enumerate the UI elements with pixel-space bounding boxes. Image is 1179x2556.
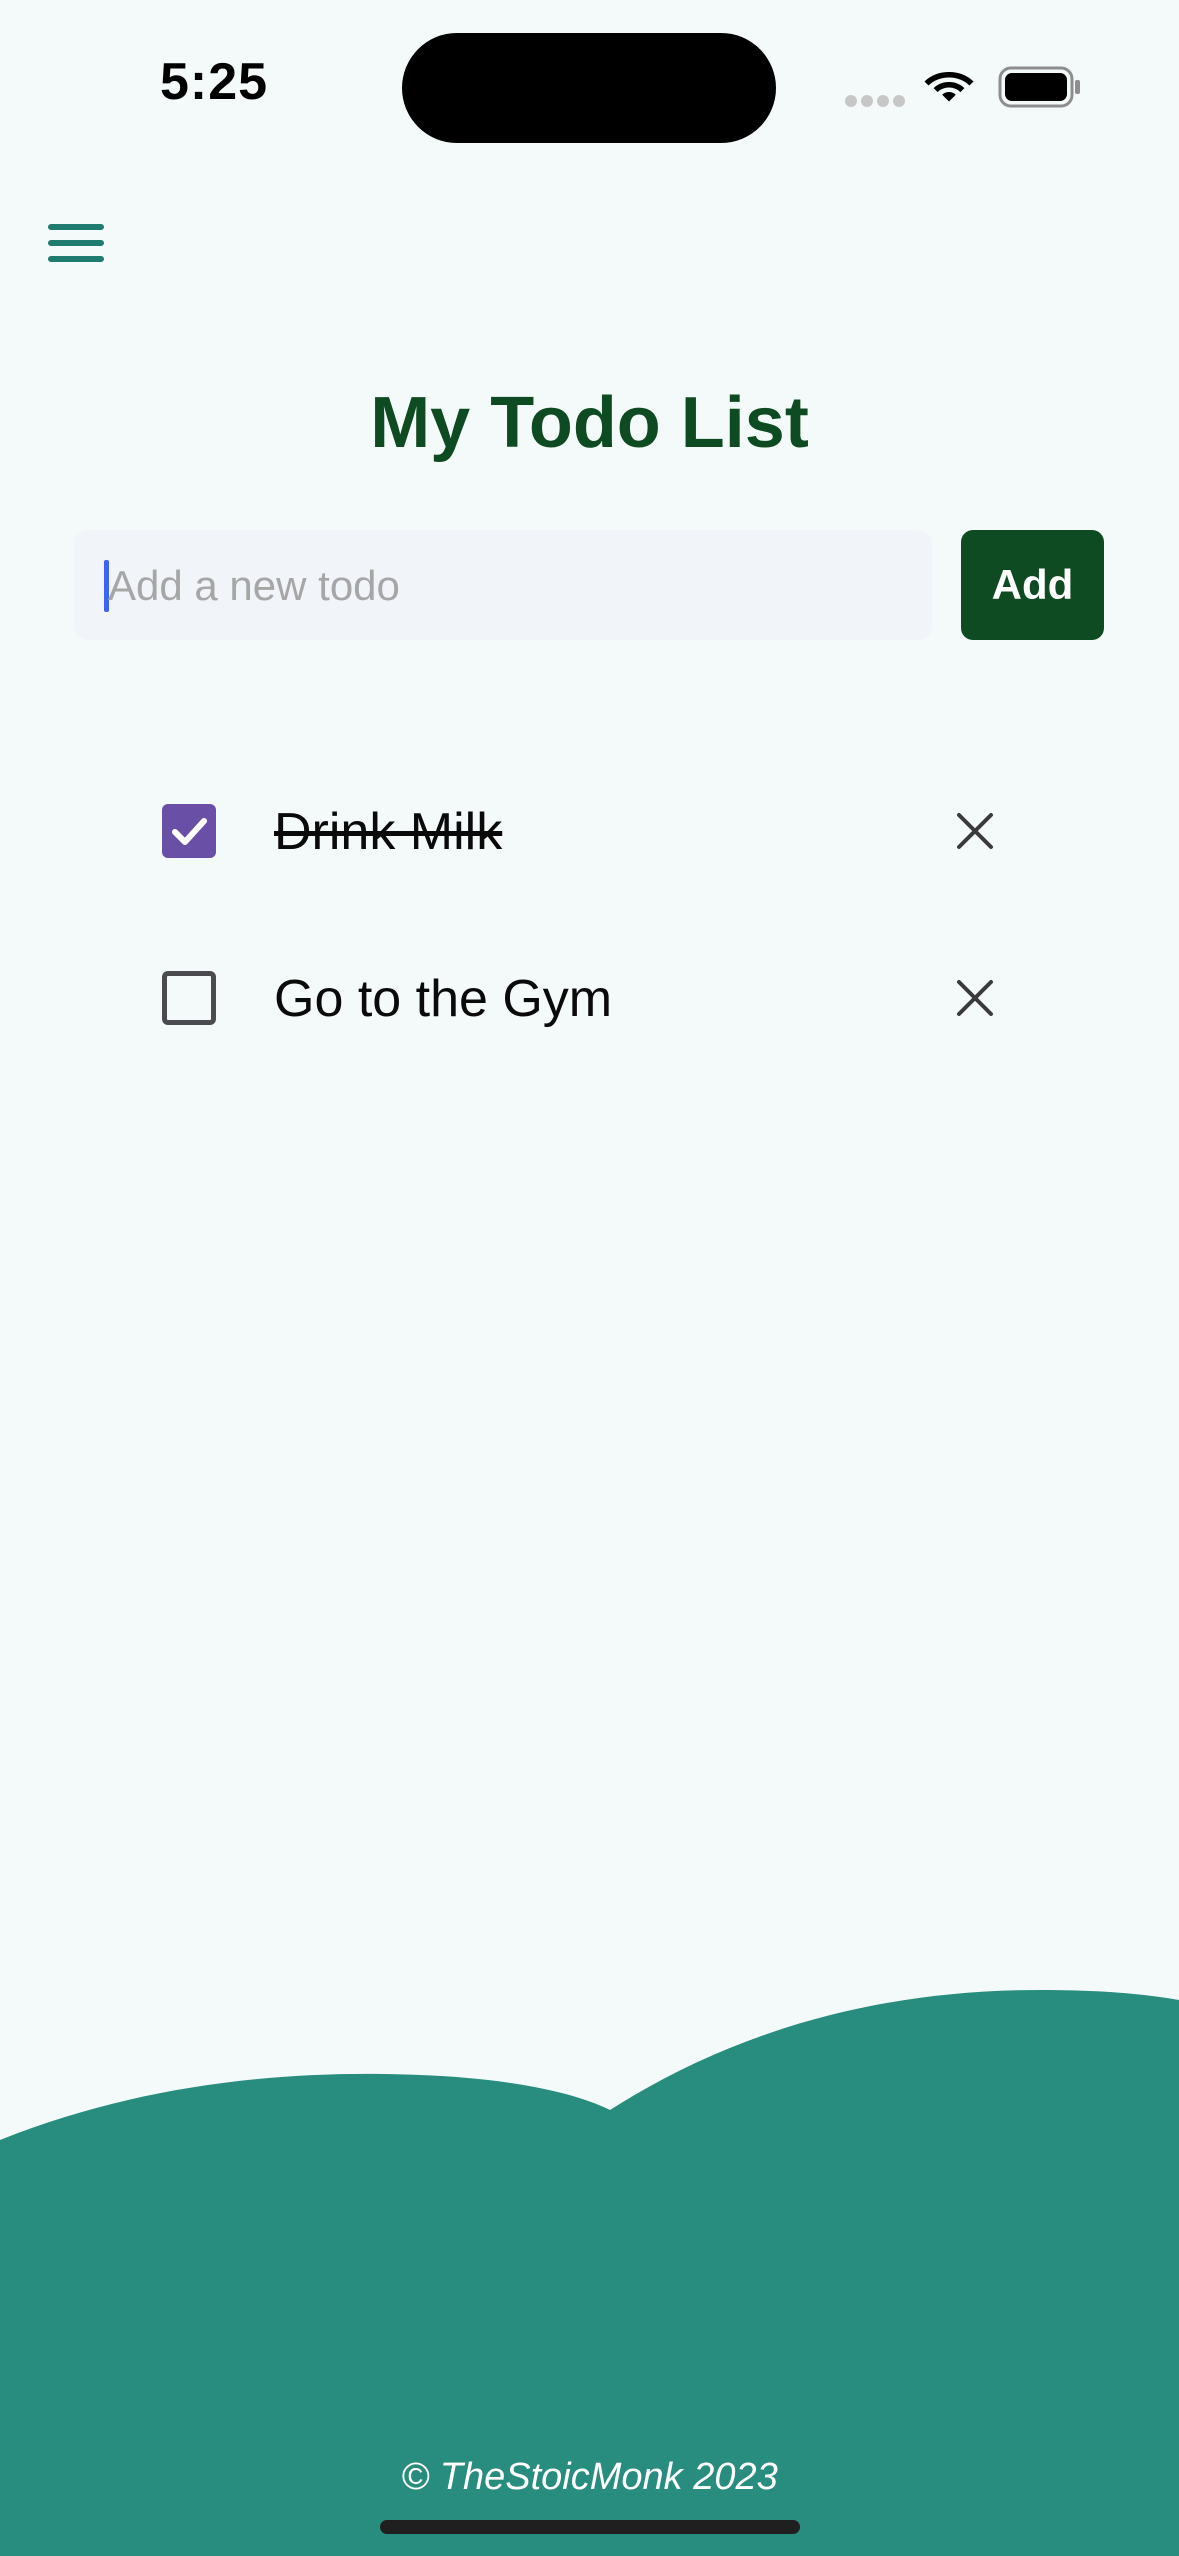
page-title: My Todo List xyxy=(370,383,809,463)
todo-item: Drink Milk xyxy=(0,776,1179,886)
new-todo-placeholder: Add a new todo xyxy=(108,562,400,609)
status-bar: 5:25 xyxy=(0,0,1179,160)
todo-item: Go to the Gym xyxy=(0,943,1179,1053)
todo-text: Go to the Gym xyxy=(274,970,613,1028)
cellular-signal-icon xyxy=(845,94,909,112)
hamburger-menu-icon[interactable] xyxy=(48,220,106,264)
todo-text: Drink Milk xyxy=(274,803,503,861)
todo-checkbox-checked[interactable] xyxy=(162,804,216,858)
todo-checkbox-unchecked[interactable] xyxy=(162,971,216,1025)
status-time: 5:25 xyxy=(160,53,269,111)
checkmark-icon xyxy=(172,818,207,845)
delete-icon[interactable] xyxy=(955,811,995,851)
dynamic-island xyxy=(402,33,776,143)
home-indicator[interactable] xyxy=(380,2520,800,2534)
footer-copyright: © TheStoicMonk 2023 xyxy=(401,2456,778,2498)
delete-icon[interactable] xyxy=(955,978,995,1018)
add-todo-button[interactable]: Add xyxy=(961,530,1104,640)
battery-icon xyxy=(998,66,1080,108)
wifi-icon xyxy=(924,72,974,102)
